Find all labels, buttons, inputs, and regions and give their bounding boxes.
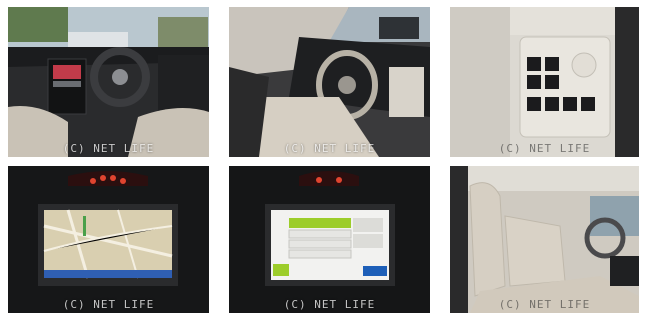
watermark: (C) NET LIFE (283, 142, 376, 155)
watermark: (C) NET LIFE (62, 142, 155, 155)
photo-switch-panel[interactable]: (C) NET LIFE (450, 7, 639, 157)
photo-navigation-map[interactable]: (C) NET LIFE (8, 166, 209, 313)
switch-panel-image (450, 7, 639, 157)
watermark: (C) NET LIFE (498, 298, 591, 311)
front-seats-image (450, 166, 639, 313)
driver-side-image (229, 7, 430, 157)
photo-driver-side[interactable]: (C) NET LIFE (229, 7, 430, 157)
watermark: (C) NET LIFE (283, 298, 376, 311)
watermark: (C) NET LIFE (62, 298, 155, 311)
dashboard-front-image (8, 7, 209, 157)
photo-dashboard-front[interactable]: (C) NET LIFE (8, 7, 209, 157)
photo-front-seats[interactable]: (C) NET LIFE (450, 166, 639, 313)
navigation-map-image (8, 166, 209, 313)
watermark: (C) NET LIFE (498, 142, 591, 155)
navigation-menu-image (229, 166, 430, 313)
photo-navigation-menu[interactable]: (C) NET LIFE (229, 166, 430, 313)
